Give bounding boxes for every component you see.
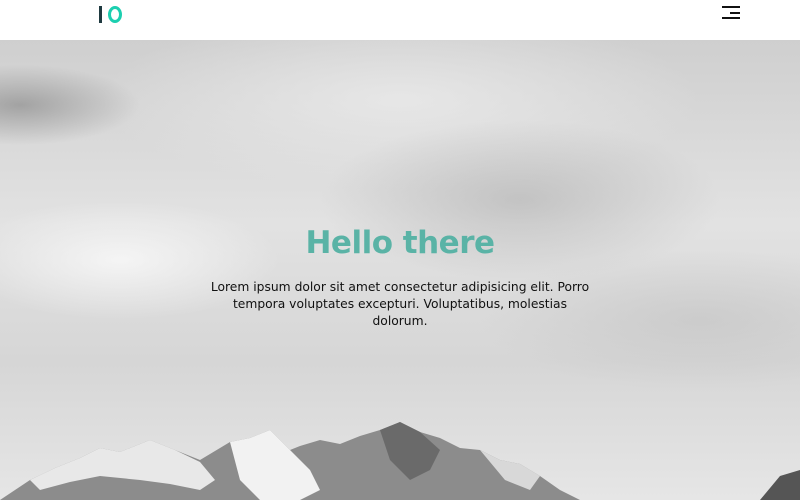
- logo-ring: [108, 5, 122, 23]
- hero-section: Hello there Lorem ipsum dolor sit amet c…: [0, 40, 800, 500]
- logo[interactable]: [99, 5, 122, 23]
- hero-title: Hello there: [305, 225, 495, 261]
- hamburger-icon[interactable]: [720, 3, 742, 23]
- logo-bar: [99, 5, 102, 23]
- mountains-image: [0, 422, 800, 500]
- header: [0, 0, 800, 40]
- hero-content: Hello there Lorem ipsum dolor sit amet c…: [0, 225, 800, 330]
- hero-text: Lorem ipsum dolor sit amet consectetur a…: [210, 280, 590, 328]
